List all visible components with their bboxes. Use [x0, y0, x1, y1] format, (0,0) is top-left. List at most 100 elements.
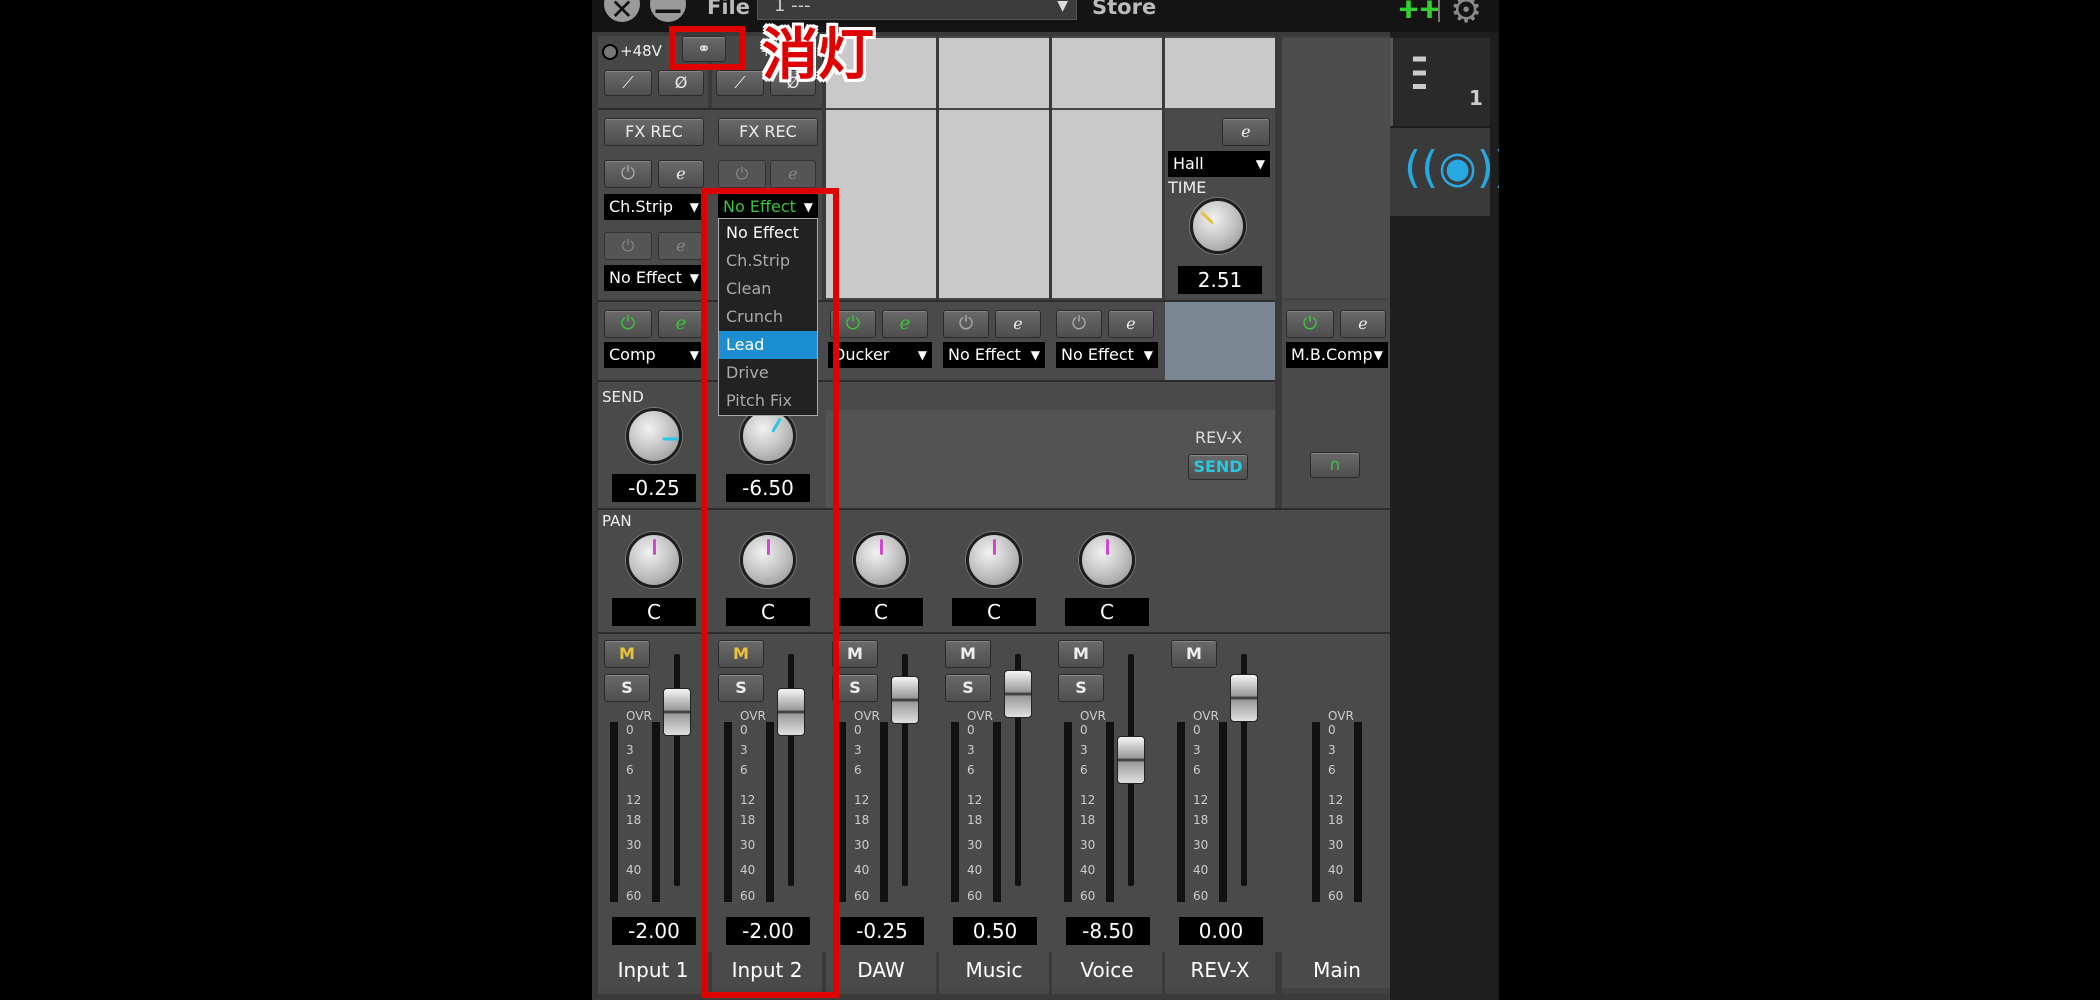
insert2-power-button[interactable]: ⏻: [604, 232, 652, 260]
dynamics-power-button[interactable]: ⏻: [604, 310, 652, 338]
meter-scale-label: 6: [626, 763, 634, 777]
meter-scale-label: 12: [1193, 793, 1209, 807]
dynamics-select[interactable]: Comp ▼: [604, 342, 704, 368]
meter-scale-label: 30: [854, 838, 870, 852]
gear-icon[interactable]: ⚙: [1450, 0, 1482, 31]
meter-scale-label: OVR: [1193, 709, 1219, 723]
broadcast-icon: ((◉)): [1404, 142, 1499, 193]
meter-scale-label: 6: [854, 763, 862, 777]
meter-scale-label: 60: [967, 889, 983, 903]
dynamics-value: No Effect: [1061, 345, 1134, 364]
dynamics-edit-button[interactable]: ℯ: [1340, 310, 1386, 338]
hpf-button[interactable]: ⟋: [604, 70, 652, 96]
reverb-type-select[interactable]: Hall ▼: [1168, 151, 1270, 177]
fader-handle[interactable]: [891, 676, 919, 724]
meter-scale-label: 3: [854, 743, 862, 757]
routing-icon[interactable]: ⵜⵜ: [1398, 0, 1440, 24]
pan-knob[interactable]: [1079, 532, 1135, 588]
reverb-send-button[interactable]: SEND: [1188, 454, 1248, 480]
dynamics-power-button[interactable]: ⏻: [1056, 310, 1102, 338]
dynamics-select[interactable]: No Effect ▼: [1056, 342, 1158, 368]
meter-scale-label: 30: [967, 838, 983, 852]
phantom-power-label: +48V: [620, 42, 662, 60]
insert-power-button[interactable]: ⏻: [718, 160, 766, 188]
level-meter: [993, 722, 1001, 902]
reverb-send-title: REV-X: [1195, 428, 1243, 447]
fx-rec-button[interactable]: FX REC: [604, 118, 704, 146]
dynamics-edit-button[interactable]: ℯ: [1108, 310, 1154, 338]
dynamics-edit-button[interactable]: ℯ: [882, 310, 928, 338]
minimize-icon[interactable]: —: [650, 0, 686, 26]
fader-handle[interactable]: [1117, 736, 1145, 784]
dynamics-edit-button[interactable]: ℯ: [995, 310, 1041, 338]
phase-icon: Ø: [674, 73, 688, 92]
meter-scale-label: 40: [1328, 863, 1344, 877]
hpf-button[interactable]: ⟋: [716, 70, 764, 96]
send-knob[interactable]: [626, 408, 682, 464]
dynamics-edit-button[interactable]: ℯ: [658, 310, 704, 338]
meter-scale-label: 12: [1080, 793, 1096, 807]
level-meter: [951, 722, 959, 902]
fader-handle[interactable]: [1230, 674, 1258, 722]
meter-scale-label: OVR: [1328, 709, 1354, 723]
power-icon: ⏻: [620, 163, 636, 184]
send-value: -0.25: [612, 474, 696, 502]
pan-knob[interactable]: [626, 532, 682, 588]
meter-scale-label: OVR: [967, 709, 993, 723]
store-button[interactable]: Store: [1092, 0, 1156, 19]
insert2-effect-select[interactable]: No Effect ▼: [604, 265, 704, 291]
dynamics-power-button[interactable]: ⏻: [1286, 310, 1334, 338]
meter-scale-label: 18: [854, 813, 870, 827]
reverb-time-label: TIME: [1168, 178, 1207, 197]
pan-value: C: [1065, 598, 1149, 626]
channel-name: Music: [939, 952, 1049, 988]
reverb-time-knob[interactable]: [1190, 198, 1246, 254]
meter-scale-label: 60: [626, 889, 642, 903]
mute-button[interactable]: M: [1171, 640, 1217, 668]
dynamics-power-button[interactable]: ⏻: [943, 310, 989, 338]
meter-scale-label: 60: [854, 889, 870, 903]
insert2-edit-button[interactable]: ℯ: [658, 232, 704, 260]
phase-button[interactable]: Ø: [658, 70, 704, 96]
meter-scale-label: 3: [626, 743, 634, 757]
mixer-tab[interactable]: ⫶⫶⫶ 1: [1390, 38, 1490, 126]
reverb-edit-button[interactable]: ℯ: [1222, 118, 1270, 146]
insert2-effect-value: No Effect: [609, 268, 682, 287]
solo-button[interactable]: S: [1058, 674, 1104, 702]
edit-icon: ℯ: [675, 313, 687, 334]
fader-handle[interactable]: [1004, 670, 1032, 718]
fader-handle[interactable]: [663, 688, 691, 736]
phantom-power-led[interactable]: [602, 44, 618, 60]
dynamics-select[interactable]: Ducker ▼: [828, 342, 932, 368]
meter-scale-label: 40: [626, 863, 642, 877]
dynamics-select[interactable]: No Effect ▼: [943, 342, 1045, 368]
edit-icon: ℯ: [1126, 314, 1136, 333]
fader-value: 0.50: [953, 917, 1037, 945]
insert-cell: [939, 110, 1049, 298]
insert-power-button[interactable]: ⏻: [604, 160, 652, 188]
solo-button[interactable]: S: [604, 674, 650, 702]
knob-indicator: [880, 539, 883, 555]
pan-knob[interactable]: [966, 532, 1022, 588]
meter-scale-label: 3: [1328, 743, 1336, 757]
header-cell: [939, 38, 1049, 108]
insert-edit-button[interactable]: ℯ: [658, 160, 704, 188]
header-cell: [1052, 38, 1162, 108]
broadcast-tab[interactable]: ((◉)): [1390, 128, 1499, 216]
mute-button[interactable]: M: [1058, 640, 1104, 668]
mute-button[interactable]: M: [604, 640, 650, 668]
meter-scale-label: 0: [1080, 723, 1088, 737]
meter-scale-label: 40: [854, 863, 870, 877]
solo-button[interactable]: S: [945, 674, 991, 702]
insert-edit-button[interactable]: ℯ: [770, 160, 816, 188]
insert-effect-select[interactable]: Ch.Strip ▼: [604, 194, 704, 220]
close-icon[interactable]: ✕: [604, 0, 640, 26]
file-menu[interactable]: File: [707, 0, 750, 19]
pan-knob[interactable]: [853, 532, 909, 588]
fader-value: -0.25: [840, 917, 924, 945]
mute-button[interactable]: M: [945, 640, 991, 668]
fx-rec-button[interactable]: FX REC: [718, 118, 818, 146]
dynamics-value: M.B.Comp: [1291, 345, 1373, 364]
headphone-button[interactable]: ∩: [1310, 452, 1360, 478]
dynamics-select[interactable]: M.B.Comp ▼: [1286, 342, 1388, 368]
